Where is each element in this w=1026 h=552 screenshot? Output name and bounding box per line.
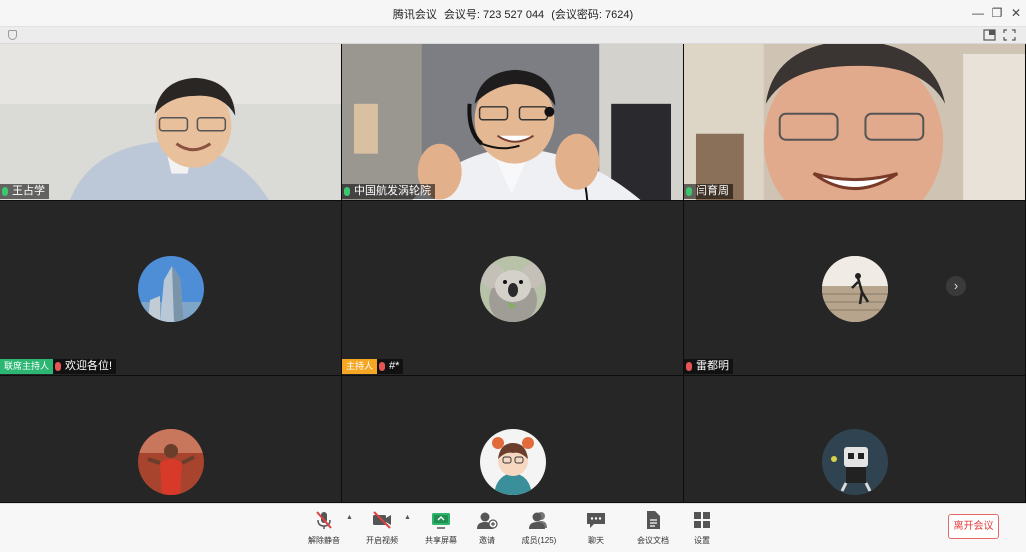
start-video-button[interactable]: 开启视频 (354, 509, 410, 546)
participant-video (0, 44, 341, 200)
mic-on-icon (344, 187, 350, 196)
participant-label: 联席主持人 欢迎各位! (0, 359, 117, 374)
documents-button[interactable]: 会议文档 (625, 509, 681, 546)
participant-name: 王占学 (12, 185, 45, 197)
participant-video (342, 44, 683, 200)
avatar (138, 256, 204, 322)
participant-label: 王占学 (0, 184, 49, 199)
avatar (138, 429, 204, 495)
participant-name: 雷都明 (696, 360, 729, 372)
document-icon (647, 511, 660, 529)
unmute-label: 解除静音 (308, 536, 340, 545)
unmute-button[interactable]: 解除静音 (296, 509, 352, 546)
avatar (822, 256, 888, 322)
video-tile[interactable] (684, 376, 1026, 503)
members-button[interactable]: 成员(125) (511, 509, 567, 546)
layout-icon[interactable] (983, 29, 996, 41)
mic-muted-icon (55, 362, 62, 371)
video-options-caret-icon[interactable]: ▲ (404, 514, 411, 521)
chat-button[interactable]: 聊天 (568, 509, 624, 546)
video-tile[interactable] (0, 376, 342, 503)
invite-button[interactable]: 邀请 (459, 509, 515, 546)
fullscreen-icon[interactable] (1003, 29, 1016, 41)
video-tile[interactable]: › 雷都明 (684, 201, 1026, 376)
mic-on-icon (2, 187, 8, 196)
video-grid: 王占学 中国航发涡轮院 闫育周 联席主持人 欢迎各位! 主持人 #* › 雷都明 (0, 44, 1026, 503)
chat-icon (587, 513, 605, 528)
video-tile[interactable]: 闫育周 (684, 44, 1026, 201)
share-screen-icon (432, 513, 450, 529)
mic-on-icon (686, 187, 692, 196)
meeting-id: 会议号: 723 527 044 (443, 9, 545, 21)
participant-video (684, 44, 1025, 200)
app-name: 腾讯会议 (392, 9, 437, 21)
avatar (480, 429, 546, 495)
mic-muted-icon (379, 362, 386, 371)
avatar (822, 429, 888, 495)
title-bar: 腾讯会议 会议号: 723 527 044 (会议密码: 7624) — ❐ ✕ (0, 0, 1026, 27)
video-tile[interactable]: 主持人 #* (342, 201, 684, 376)
camera-off-icon (373, 511, 391, 529)
participant-name: 欢迎各位! (65, 360, 113, 372)
audio-options-caret-icon[interactable]: ▲ (346, 514, 353, 521)
video-tile[interactable] (342, 376, 684, 503)
shield-icon[interactable] (8, 30, 17, 40)
members-label: 成员(125) (521, 536, 557, 545)
meeting-toolbar: 解除静音 ▲ 开启视频 ▲ 共享屏幕 邀请 成员(125) 聊天 会议文档 设置… (0, 503, 1026, 552)
video-tile[interactable]: 王占学 (0, 44, 342, 201)
participant-label: 闫育周 (684, 184, 733, 199)
participant-name: 中国航发涡轮院 (354, 185, 431, 197)
mic-muted-icon (316, 511, 332, 529)
invite-label: 邀请 (479, 536, 495, 545)
mic-muted-icon (686, 362, 692, 371)
add-user-icon (477, 512, 498, 529)
window-title: 腾讯会议 会议号: 723 527 044 (会议密码: 7624) (0, 6, 1026, 22)
settings-grid-icon (694, 512, 710, 528)
start-video-label: 开启视频 (366, 536, 398, 545)
meeting-info-bar (0, 27, 1026, 44)
leave-meeting-button[interactable]: 离开会议 (948, 514, 999, 539)
close-icon[interactable]: ✕ (1005, 4, 1026, 22)
documents-label: 会议文档 (637, 536, 669, 545)
host-badge: 主持人 (342, 359, 378, 374)
avatar (480, 256, 546, 322)
participant-name: #* (389, 360, 400, 372)
video-tile[interactable]: 联席主持人 欢迎各位! (0, 201, 342, 376)
cohost-badge: 联席主持人 (0, 359, 54, 374)
settings-label: 设置 (694, 536, 710, 545)
video-tile[interactable]: 中国航发涡轮院 (342, 44, 684, 201)
members-icon (529, 512, 547, 529)
participant-label: 雷都明 (684, 359, 733, 374)
participant-label: 中国航发涡轮院 (342, 184, 435, 199)
next-page-button[interactable]: › (946, 276, 966, 296)
participant-name: 闫育周 (696, 185, 729, 197)
settings-button[interactable]: 设置 (674, 509, 730, 546)
chat-label: 聊天 (588, 536, 604, 545)
participant-label: 主持人 #* (342, 359, 404, 374)
meeting-password: (会议密码: 7624) (551, 9, 634, 21)
